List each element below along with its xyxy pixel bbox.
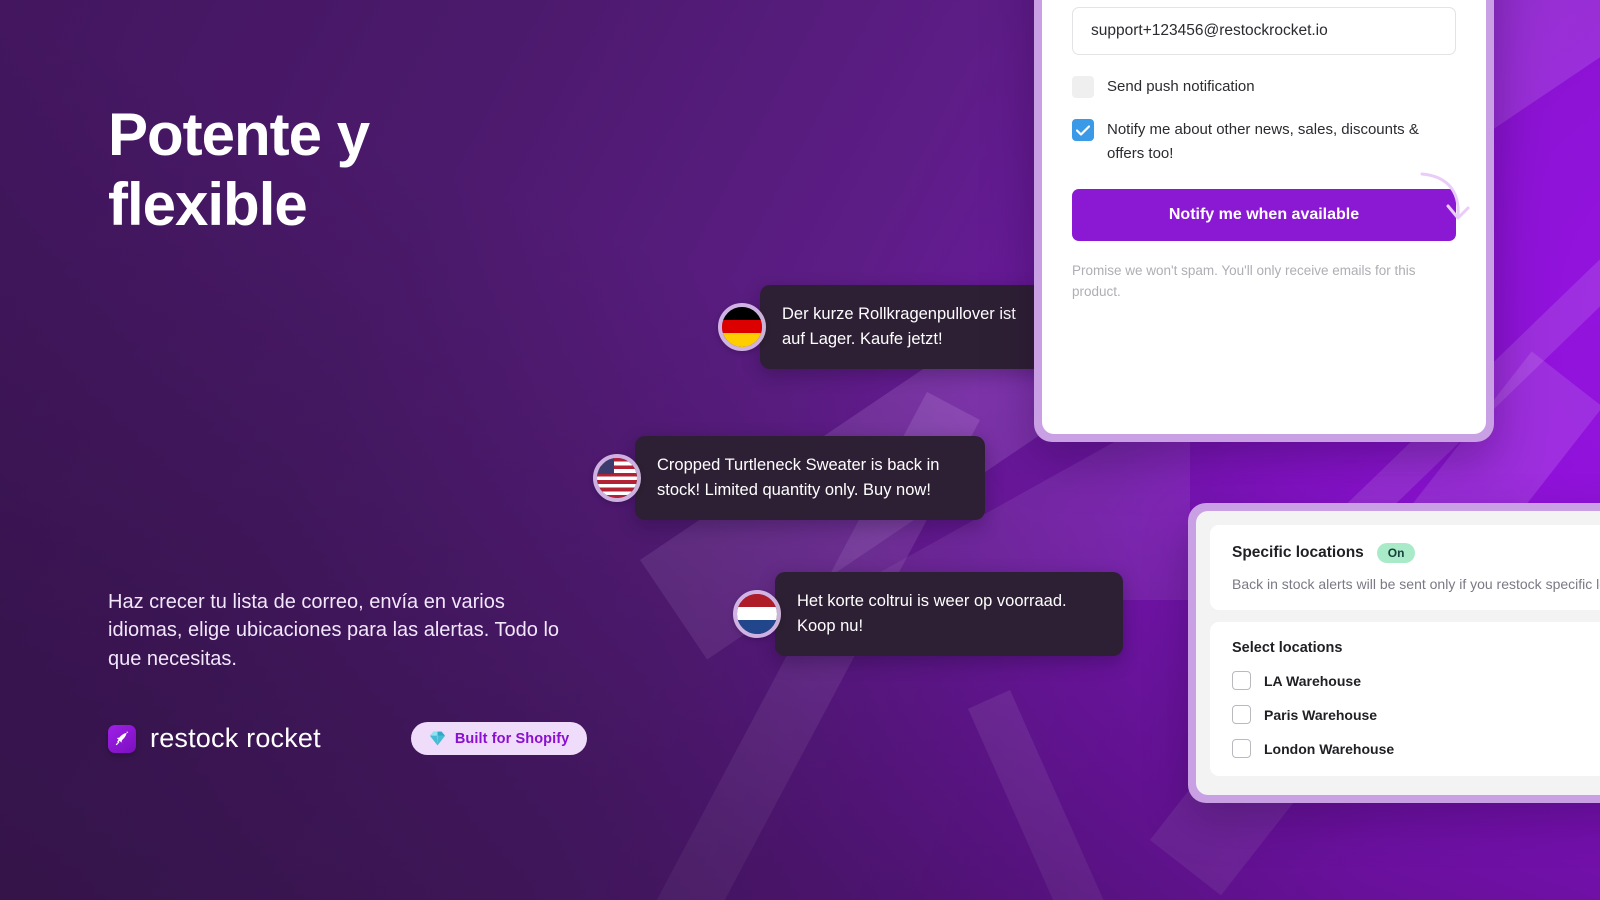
select-locations-panel: Select locations LA Warehouse Paris Ware…: [1210, 622, 1600, 776]
marketing-optin-label: Notify me about other news, sales, disco…: [1107, 121, 1419, 162]
built-for-shopify-badge[interactable]: Built for Shopify: [410, 722, 588, 755]
push-notification-row[interactable]: Send push notification: [1072, 75, 1456, 98]
marketing-optin-checkbox[interactable]: [1072, 119, 1094, 142]
notification-toast: Het korte coltrui is weer op voorraad. K…: [733, 572, 1123, 656]
marketing-optin-row[interactable]: Notify me about other news, sales, disco…: [1072, 118, 1456, 165]
location-checkbox[interactable]: [1232, 705, 1251, 724]
notify-me-button[interactable]: Notify me when available: [1072, 188, 1456, 241]
flag-usa-icon: [593, 453, 641, 502]
location-label: Paris Warehouse: [1264, 706, 1378, 723]
notification-message: Het korte coltrui is weer op voorraad. K…: [775, 572, 1123, 656]
signup-card: address below! Knit Wrap-front Cardigan …: [1034, 0, 1494, 442]
built-for-shopify-label: Built for Shopify: [454, 730, 570, 747]
location-checkbox[interactable]: [1232, 739, 1251, 758]
flag-netherlands-icon: [733, 589, 781, 638]
specific-locations-panel: Specific locations On Back in stock aler…: [1210, 525, 1600, 610]
gem-icon: [429, 731, 445, 746]
brand-row: restock rocket Built for Shopify: [108, 722, 588, 755]
list-item[interactable]: LA Warehouse: [1232, 671, 1600, 690]
specific-locations-header: Specific locations On: [1232, 543, 1600, 563]
location-label: London Warehouse: [1264, 740, 1395, 757]
check-icon: [1076, 125, 1090, 136]
headline-line-2: flexible: [108, 170, 308, 238]
push-notification-label: Send push notification: [1107, 77, 1255, 95]
page-title: Potente y flexible: [108, 100, 370, 239]
notification-message: Der kurze Rollkragenpullover ist auf Lag…: [760, 285, 1060, 369]
email-input[interactable]: [1072, 6, 1456, 55]
specific-locations-description: Back in stock alerts will be sent only i…: [1232, 576, 1600, 592]
list-item[interactable]: London Warehouse: [1232, 739, 1600, 758]
brand-name: restock rocket: [150, 723, 321, 753]
notification-toast: Cropped Turtleneck Sweater is back in st…: [593, 436, 985, 520]
notification-message: Cropped Turtleneck Sweater is back in st…: [635, 436, 985, 520]
rocket-icon: [108, 724, 136, 753]
flag-germany-icon: [718, 302, 766, 351]
list-item[interactable]: Paris Warehouse: [1232, 705, 1600, 724]
curved-arrow-icon: [1420, 172, 1470, 220]
status-badge: On: [1376, 543, 1416, 563]
push-notification-checkbox[interactable]: [1072, 75, 1094, 98]
hero-subcopy: Haz crecer tu lista de correo, envía en …: [108, 591, 560, 670]
promise-text: Promise we won't spam. You'll only recei…: [1072, 262, 1416, 299]
headline-line-1: Potente y: [108, 101, 370, 168]
specific-locations-title: Specific locations: [1232, 544, 1364, 561]
location-label: LA Warehouse: [1264, 672, 1361, 689]
location-checkbox[interactable]: [1232, 671, 1251, 690]
notification-toast: Der kurze Rollkragenpullover ist auf Lag…: [718, 285, 1060, 369]
select-locations-title: Select locations: [1232, 640, 1343, 656]
locations-card: Specific locations On Back in stock aler…: [1188, 503, 1600, 803]
